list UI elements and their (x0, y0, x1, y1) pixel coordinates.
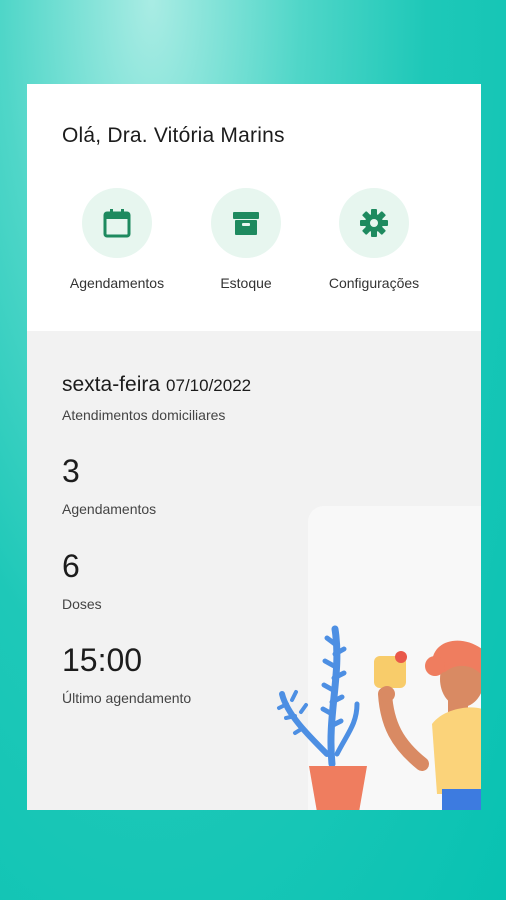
stat-label-ultimo: Último agendamento (62, 690, 192, 706)
configuracoes-button[interactable]: Configurações (309, 188, 439, 291)
plant-illustration (277, 625, 367, 810)
archive-box-icon (211, 188, 281, 258)
greeting-title: Olá, Dra. Vitória Marins (62, 124, 285, 147)
date: 07/10/2022 (166, 376, 252, 395)
estoque-button[interactable]: Estoque (181, 188, 311, 291)
configuracoes-label: Configurações (328, 275, 420, 291)
stat-value-agendamentos: 3 (62, 453, 80, 489)
calendar-icon (82, 188, 152, 258)
stat-label-doses: Doses (62, 596, 102, 612)
agendamentos-label: Agendamentos (69, 275, 165, 291)
header-card: Olá, Dra. Vitória Marins Agendamentos Es… (27, 84, 481, 331)
date-row: sexta-feira 07/10/2022 (62, 373, 251, 397)
agendamentos-button[interactable]: Agendamentos (52, 188, 182, 291)
gear-icon (339, 188, 409, 258)
stat-value-ultimo: 15:00 (62, 642, 143, 678)
stat-label-agendamentos: Agendamentos (62, 501, 157, 517)
app-screen: Olá, Dra. Vitória Marins Agendamentos Es… (27, 84, 481, 810)
stat-value-doses: 6 (62, 548, 80, 584)
weekday: sexta-feira (62, 373, 161, 396)
subtitle: Atendimentos domiciliares (62, 407, 226, 423)
estoque-label: Estoque (220, 275, 272, 291)
illustration-person-plant (277, 625, 481, 810)
